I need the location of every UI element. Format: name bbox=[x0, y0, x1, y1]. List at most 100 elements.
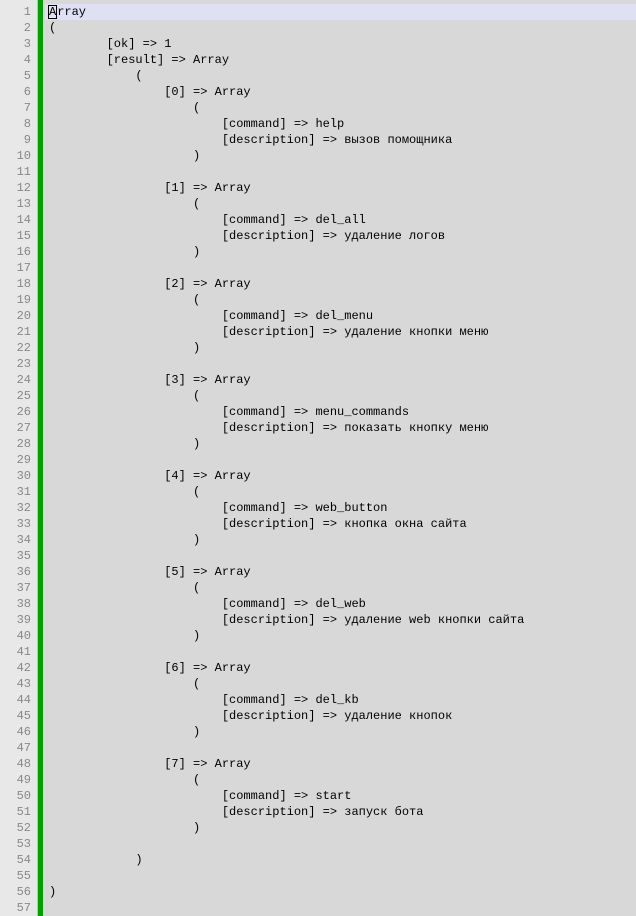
line-number: 14 bbox=[2, 212, 31, 228]
line-number: 50 bbox=[2, 788, 31, 804]
line-number: 38 bbox=[2, 596, 31, 612]
code-line[interactable]: [description] => удаление кнопки меню bbox=[45, 324, 636, 340]
code-line[interactable]: [7] => Array bbox=[45, 756, 636, 772]
code-line[interactable]: [description] => вызов помощника bbox=[45, 132, 636, 148]
line-number: 17 bbox=[2, 260, 31, 276]
code-line[interactable]: ) bbox=[45, 820, 636, 836]
code-line[interactable]: ) bbox=[45, 884, 636, 900]
code-line[interactable]: ) bbox=[45, 148, 636, 164]
line-number: 19 bbox=[2, 292, 31, 308]
code-line[interactable]: ( bbox=[45, 676, 636, 692]
code-line[interactable]: ) bbox=[45, 340, 636, 356]
code-line[interactable]: Array bbox=[45, 4, 636, 20]
line-number: 57 bbox=[2, 900, 31, 916]
code-line[interactable] bbox=[45, 452, 636, 468]
line-number: 4 bbox=[2, 52, 31, 68]
code-line[interactable]: [description] => запуск бота bbox=[45, 804, 636, 820]
code-line[interactable]: ( bbox=[45, 20, 636, 36]
code-line[interactable]: [5] => Array bbox=[45, 564, 636, 580]
code-line[interactable]: [2] => Array bbox=[45, 276, 636, 292]
code-line[interactable]: ( bbox=[45, 68, 636, 84]
code-line[interactable]: [3] => Array bbox=[45, 372, 636, 388]
line-number: 47 bbox=[2, 740, 31, 756]
code-content[interactable]: Array( [ok] => 1 [result] => Array ( [0]… bbox=[43, 0, 636, 916]
code-line[interactable]: [4] => Array bbox=[45, 468, 636, 484]
code-line[interactable]: [command] => start bbox=[45, 788, 636, 804]
code-line[interactable]: [result] => Array bbox=[45, 52, 636, 68]
code-line[interactable]: [command] => help bbox=[45, 116, 636, 132]
code-line[interactable] bbox=[45, 644, 636, 660]
line-number: 40 bbox=[2, 628, 31, 644]
line-number: 48 bbox=[2, 756, 31, 772]
line-number: 18 bbox=[2, 276, 31, 292]
code-line[interactable]: [1] => Array bbox=[45, 180, 636, 196]
line-number: 5 bbox=[2, 68, 31, 84]
code-line[interactable]: ( bbox=[45, 292, 636, 308]
code-line[interactable] bbox=[45, 260, 636, 276]
line-number: 22 bbox=[2, 340, 31, 356]
line-number: 9 bbox=[2, 132, 31, 148]
code-line[interactable]: [command] => del_kb bbox=[45, 692, 636, 708]
line-number: 24 bbox=[2, 372, 31, 388]
code-line[interactable]: [command] => web_button bbox=[45, 500, 636, 516]
code-line[interactable]: ) bbox=[45, 532, 636, 548]
code-line[interactable] bbox=[45, 356, 636, 372]
line-number: 37 bbox=[2, 580, 31, 596]
code-line[interactable]: [description] => кнопка окна сайта bbox=[45, 516, 636, 532]
code-line[interactable]: ( bbox=[45, 772, 636, 788]
code-area[interactable]: Array( [ok] => 1 [result] => Array ( [0]… bbox=[38, 0, 636, 916]
code-line[interactable]: ) bbox=[45, 852, 636, 868]
code-line[interactable]: [command] => menu_commands bbox=[45, 404, 636, 420]
line-number: 26 bbox=[2, 404, 31, 420]
code-line[interactable] bbox=[45, 548, 636, 564]
line-number: 35 bbox=[2, 548, 31, 564]
code-line[interactable]: ) bbox=[45, 628, 636, 644]
code-line[interactable] bbox=[45, 868, 636, 884]
code-line[interactable]: [command] => del_menu bbox=[45, 308, 636, 324]
code-line[interactable] bbox=[45, 900, 636, 916]
line-number: 2 bbox=[2, 20, 31, 36]
line-number: 39 bbox=[2, 612, 31, 628]
line-number: 7 bbox=[2, 100, 31, 116]
line-number: 27 bbox=[2, 420, 31, 436]
line-number: 28 bbox=[2, 436, 31, 452]
line-number: 23 bbox=[2, 356, 31, 372]
line-number: 33 bbox=[2, 516, 31, 532]
code-line[interactable] bbox=[45, 740, 636, 756]
line-number: 6 bbox=[2, 84, 31, 100]
code-line[interactable]: [6] => Array bbox=[45, 660, 636, 676]
line-number: 11 bbox=[2, 164, 31, 180]
line-number: 54 bbox=[2, 852, 31, 868]
code-line[interactable]: ( bbox=[45, 100, 636, 116]
line-number: 44 bbox=[2, 692, 31, 708]
code-line[interactable]: [command] => del_all bbox=[45, 212, 636, 228]
line-number: 10 bbox=[2, 148, 31, 164]
line-number: 1 bbox=[2, 4, 31, 20]
code-line[interactable]: ( bbox=[45, 196, 636, 212]
code-line[interactable] bbox=[45, 164, 636, 180]
line-number: 30 bbox=[2, 468, 31, 484]
code-line[interactable]: [command] => del_web bbox=[45, 596, 636, 612]
code-line[interactable]: ) bbox=[45, 244, 636, 260]
line-number: 29 bbox=[2, 452, 31, 468]
line-number: 36 bbox=[2, 564, 31, 580]
code-line[interactable] bbox=[45, 836, 636, 852]
line-number: 51 bbox=[2, 804, 31, 820]
line-number: 8 bbox=[2, 116, 31, 132]
code-line[interactable]: ) bbox=[45, 436, 636, 452]
line-number: 32 bbox=[2, 500, 31, 516]
code-line[interactable]: ) bbox=[45, 724, 636, 740]
line-number: 25 bbox=[2, 388, 31, 404]
code-line[interactable]: ( bbox=[45, 484, 636, 500]
line-number: 45 bbox=[2, 708, 31, 724]
code-line[interactable]: [description] => удаление кнопок bbox=[45, 708, 636, 724]
code-line[interactable]: [description] => показать кнопку меню bbox=[45, 420, 636, 436]
code-line[interactable]: [description] => удаление логов bbox=[45, 228, 636, 244]
code-line[interactable]: [ok] => 1 bbox=[45, 36, 636, 52]
code-line[interactable]: [description] => удаление web кнопки сай… bbox=[45, 612, 636, 628]
code-line[interactable]: ( bbox=[45, 580, 636, 596]
code-line[interactable]: ( bbox=[45, 388, 636, 404]
line-number: 56 bbox=[2, 884, 31, 900]
line-number: 3 bbox=[2, 36, 31, 52]
code-line[interactable]: [0] => Array bbox=[45, 84, 636, 100]
